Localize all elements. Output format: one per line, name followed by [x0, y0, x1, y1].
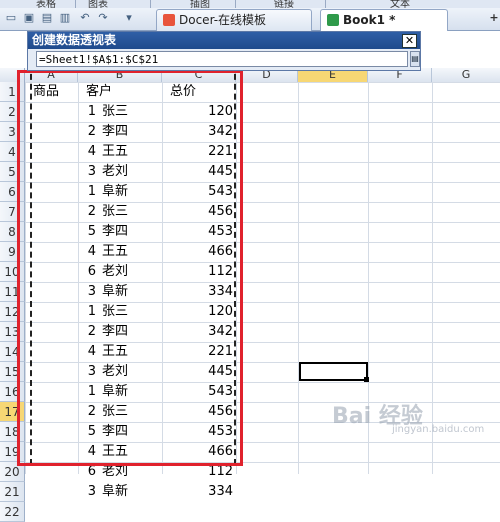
save-icon[interactable]: ▣ — [22, 11, 36, 25]
print-preview-icon[interactable]: ▥ — [58, 11, 72, 25]
highlight-annotation-box — [17, 70, 243, 466]
ribbon-group-table[interactable]: 表格 — [36, 0, 56, 8]
document-tab-bar: ▭ ▣ ▤ ▥ ↶ ↷ ▾ Docer-在线模板 Book1 * + — [0, 8, 500, 31]
row-header-21[interactable]: 21 — [0, 482, 25, 502]
ribbon-group-chart[interactable]: 图表 — [88, 0, 108, 8]
tab-label: Docer-在线模板 — [179, 13, 267, 27]
ribbon-separator — [235, 0, 236, 8]
tab-book1[interactable]: Book1 * — [320, 9, 448, 31]
dialog-title: 创建数据透视表 — [32, 33, 117, 47]
grid-column-line — [298, 82, 299, 474]
undo-icon[interactable]: ↶ — [78, 11, 92, 25]
active-cell-e17[interactable] — [299, 362, 368, 381]
dialog-title-bar[interactable]: 创建数据透视表 ✕ — [28, 32, 420, 49]
docer-icon — [163, 14, 175, 26]
range-reference-input[interactable]: =Sheet1!$A$1:$C$21 — [36, 51, 408, 67]
redo-icon[interactable]: ↷ — [96, 11, 110, 25]
cell-product[interactable]: 3 — [33, 482, 96, 502]
ribbon-group-link[interactable]: 链接 — [274, 0, 294, 8]
ribbon-group-strip: 表格 图表 插图 链接 文本 — [0, 0, 500, 8]
ribbon-separator — [150, 0, 151, 8]
print-icon[interactable]: ▤ — [40, 11, 54, 25]
close-icon[interactable]: ✕ — [402, 34, 417, 48]
baidu-watermark-url: jingyan.baidu.com — [392, 424, 485, 435]
open-folder-icon[interactable]: ▭ — [4, 11, 18, 25]
tab-docer-templates[interactable]: Docer-在线模板 — [156, 9, 312, 31]
cell-customer[interactable]: 阜新 — [102, 482, 162, 502]
fill-handle[interactable] — [364, 377, 369, 382]
spreadsheet-icon — [327, 14, 339, 26]
tab-label: Book1 * — [343, 13, 396, 27]
row-header-22[interactable]: 22 — [0, 502, 25, 522]
cell-total[interactable]: 334 — [170, 482, 233, 502]
range-expand-icon[interactable]: ▤ — [410, 51, 420, 67]
grid-column-line — [432, 82, 433, 474]
toolbar-dropdown-icon[interactable]: ▾ — [122, 11, 136, 25]
ribbon-separator — [325, 0, 326, 8]
ribbon-group-illustration[interactable]: 插图 — [190, 0, 210, 8]
ribbon-separator — [75, 0, 76, 8]
column-header-g[interactable]: G — [432, 68, 500, 82]
ribbon-group-text[interactable]: 文本 — [390, 0, 410, 8]
create-pivot-table-dialog: 创建数据透视表 ✕ =Sheet1!$A$1:$C$21 ▤ — [27, 31, 421, 71]
new-tab-icon[interactable]: + — [487, 11, 500, 25]
